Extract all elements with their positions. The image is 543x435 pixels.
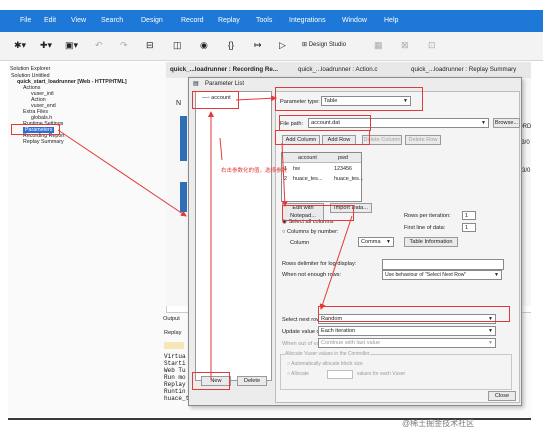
watermark: @稀土掘金技术社区 bbox=[402, 419, 475, 428]
arrow-param-to-type bbox=[235, 95, 277, 102]
annotation-arrows bbox=[57, 95, 353, 380]
arrow-add-to-select-all bbox=[281, 142, 288, 207]
arrow-parameters-to-dialog bbox=[57, 129, 187, 217]
arrow-select-all-to-next-row bbox=[319, 215, 353, 310]
annotation-line bbox=[219, 137, 223, 161]
